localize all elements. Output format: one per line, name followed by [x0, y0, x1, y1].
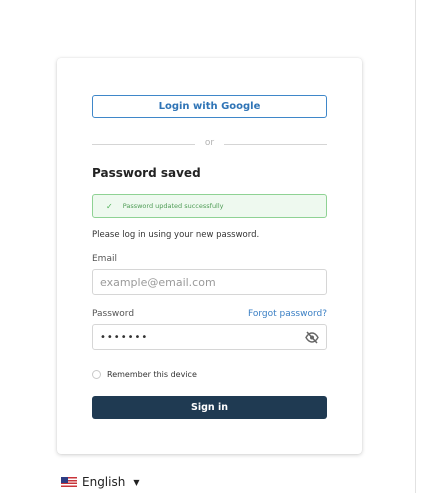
password-field[interactable]: ••••••• [92, 324, 327, 350]
login-with-google-button[interactable]: Login with Google [92, 95, 327, 118]
email-label: Email [92, 254, 117, 264]
us-flag-icon [61, 477, 77, 487]
password-label: Password [92, 309, 135, 319]
alert-text: Password updated successfully [122, 202, 224, 210]
caret-down-icon: ▼ [133, 477, 140, 487]
language-selector[interactable]: English ▼ [61, 475, 140, 489]
email-field[interactable]: example@email.com [92, 269, 327, 295]
remember-device-checkbox[interactable] [92, 370, 101, 379]
remember-device-label: Remember this device [107, 370, 197, 379]
language-label: English [82, 475, 126, 489]
check-icon: ✓ [106, 201, 113, 211]
page-divider [415, 0, 416, 493]
forgot-password-link[interactable]: Forgot password? [248, 309, 327, 319]
or-label: or [204, 138, 215, 148]
divider-line-right [224, 144, 327, 145]
info-text: Please log in using your new password. [92, 230, 260, 240]
login-card: Login with Google or Password saved ✓ Pa… [57, 58, 362, 454]
password-value: ••••••• [100, 331, 149, 343]
success-alert: ✓ Password updated successfully [92, 194, 327, 218]
or-divider: or [92, 138, 327, 152]
remember-device-row[interactable]: Remember this device [92, 370, 197, 379]
eye-off-icon[interactable] [305, 331, 319, 344]
page-heading: Password saved [92, 166, 201, 180]
sign-in-button[interactable]: Sign in [92, 396, 327, 419]
